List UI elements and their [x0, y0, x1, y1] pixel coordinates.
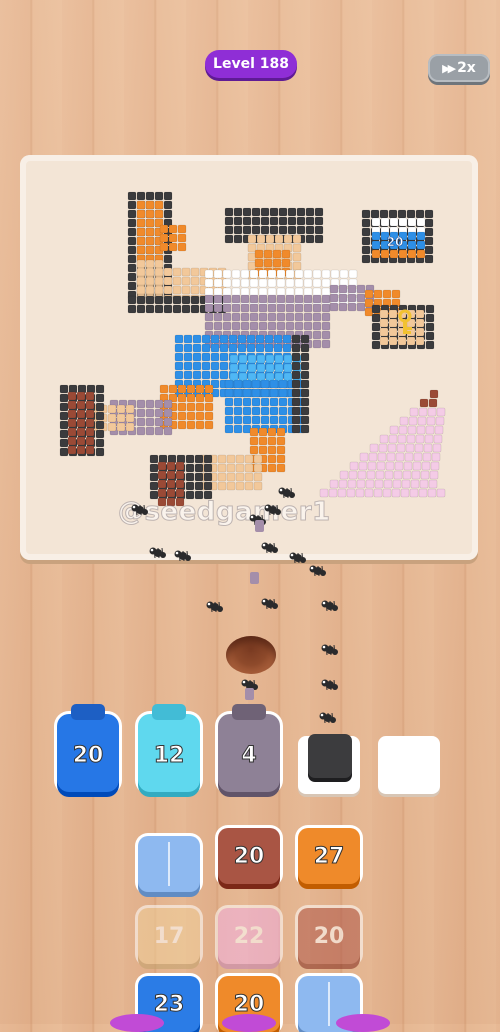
jar-count: 12: [153, 742, 185, 768]
block-count: 23: [153, 991, 185, 1017]
ant-icon: [174, 550, 191, 562]
jar-count: 20: [72, 742, 104, 768]
jar-lid: [152, 704, 186, 720]
collector-jar-grey[interactable]: 4: [218, 704, 280, 792]
block-count: 22: [233, 923, 265, 949]
ant-icon: [261, 598, 278, 610]
ant-icon: [131, 504, 148, 516]
stock-block[interactable]: 27: [298, 828, 360, 884]
ant-icon: [278, 487, 295, 499]
falling-pixel: [255, 520, 264, 532]
ant-icon: [261, 542, 278, 554]
block-count: 17: [153, 923, 185, 949]
ant-icon: [206, 601, 223, 613]
block-divider: [328, 982, 330, 1026]
block-count: 27: [313, 843, 345, 869]
bottom-piece: [336, 1014, 390, 1032]
ant-icon: [309, 565, 326, 577]
collector-jar-cyan[interactable]: 12: [138, 704, 200, 792]
collector-slot-empty[interactable]: [378, 736, 440, 794]
jar-lid: [232, 704, 266, 720]
ant-icon: [321, 679, 338, 691]
collector-slot-occupied[interactable]: [298, 734, 360, 794]
ant-hole: [226, 636, 276, 674]
ant-icon: [321, 644, 338, 656]
ant-icon: [289, 552, 306, 564]
stock-block[interactable]: 20: [298, 908, 360, 964]
collector-jar-blue[interactable]: 20: [57, 704, 119, 792]
ant-icon: [321, 600, 338, 612]
block-count: 20: [313, 923, 345, 949]
stock-block[interactable]: 22: [218, 908, 280, 964]
falling-pixel: [245, 688, 254, 700]
block-count: 20: [233, 843, 265, 869]
dark-block: [308, 734, 352, 778]
bottom-piece: [110, 1014, 164, 1032]
stock-block[interactable]: [138, 836, 200, 892]
ant-icon: [264, 504, 281, 516]
stock-block[interactable]: 20: [218, 828, 280, 884]
ant-icon: [149, 547, 166, 559]
bottom-piece: [222, 1014, 276, 1032]
jar-lid: [71, 704, 105, 720]
ant-icon: [319, 712, 336, 724]
stock-block[interactable]: 17: [138, 908, 200, 964]
block-count: 20: [233, 991, 265, 1017]
falling-pixel: [250, 572, 259, 584]
block-divider: [168, 842, 170, 886]
jar-count: 4: [241, 742, 257, 768]
